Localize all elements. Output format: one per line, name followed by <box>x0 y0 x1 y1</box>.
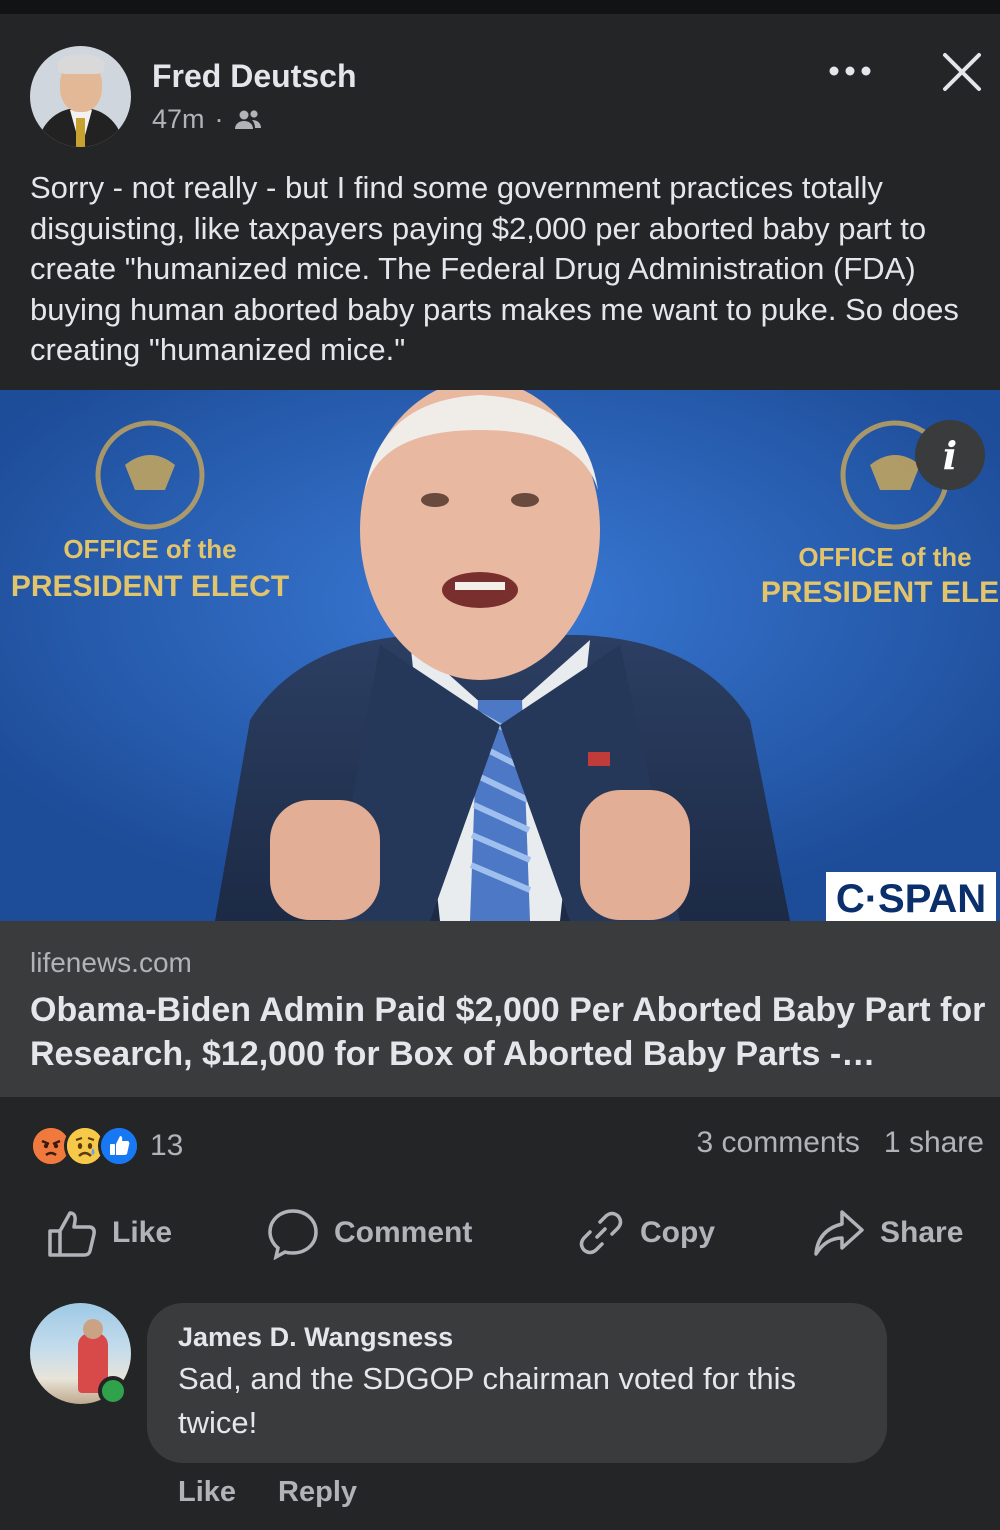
post-text: Sorry - not really - but I find some gov… <box>30 170 959 367</box>
reaction-count: 13 <box>150 1129 184 1162</box>
more-options-icon[interactable] <box>828 64 872 78</box>
comments-count[interactable]: 3 comments <box>697 1126 860 1160</box>
backdrop-text-left-2: PRESIDENT ELECT <box>11 570 289 603</box>
commenter-name[interactable]: James D. Wangsness <box>178 1322 453 1353</box>
engagement-summary: 3 comments 1 share <box>697 1126 984 1160</box>
comment-button[interactable]: Comment <box>266 1200 472 1266</box>
speaker-photo: OFFICE of the PRESIDENT ELECT OFFICE of … <box>0 390 1000 921</box>
shares-count[interactable]: 1 share <box>884 1126 984 1160</box>
link-icon <box>579 1211 623 1255</box>
post-image[interactable]: OFFICE of the PRESIDENT ELECT OFFICE of … <box>0 390 1000 921</box>
reaction-summary[interactable]: 13 <box>30 1124 183 1168</box>
like-label: Like <box>112 1216 173 1249</box>
like-icon <box>98 1125 140 1167</box>
meta-separator: · <box>214 104 224 134</box>
cspan-watermark: C·SPAN <box>836 877 986 921</box>
action-bar: Like Comment Copy Share <box>0 1200 1000 1266</box>
backdrop-text-left-1: OFFICE of the <box>63 534 236 564</box>
share-icon <box>814 1210 864 1256</box>
comment-icon <box>268 1209 318 1260</box>
link-domain: lifenews.com <box>30 947 192 978</box>
backdrop-text-right-2: PRESIDENT ELECT <box>761 576 1000 609</box>
copy-button[interactable]: Copy <box>576 1200 715 1266</box>
copy-label: Copy <box>640 1216 715 1249</box>
backdrop-text-right-1: OFFICE of the <box>798 542 971 572</box>
comment-label: Comment <box>334 1216 473 1249</box>
like-button[interactable]: Like <box>46 1200 172 1266</box>
comment-like-button[interactable]: Like <box>178 1476 236 1509</box>
friends-icon <box>234 109 261 129</box>
author-avatar[interactable] <box>30 46 131 147</box>
link-headline[interactable]: Obama-Biden Admin Paid $2,000 Per Aborte… <box>30 988 990 1076</box>
comment-reply-button[interactable]: Reply <box>278 1476 357 1509</box>
comment-text: Sad, and the SDGOP chairman voted for th… <box>178 1361 797 1440</box>
info-button[interactable]: i <box>915 420 985 490</box>
post-header: Fred Deutsch 47m · <box>0 14 1000 164</box>
post-meta: 47m · <box>152 104 262 135</box>
author-name[interactable]: Fred Deutsch <box>152 58 356 95</box>
share-label: Share <box>880 1216 964 1249</box>
online-status-icon <box>98 1376 128 1406</box>
status-strip <box>0 0 1000 14</box>
post-time[interactable]: 47m <box>152 104 205 135</box>
thumbs-up-icon <box>48 1211 96 1257</box>
close-icon[interactable] <box>942 52 982 92</box>
comment-actions: Like Reply <box>178 1476 357 1509</box>
reaction-stats: 13 3 comments 1 share <box>0 1120 1000 1172</box>
share-button[interactable]: Share <box>812 1200 963 1266</box>
